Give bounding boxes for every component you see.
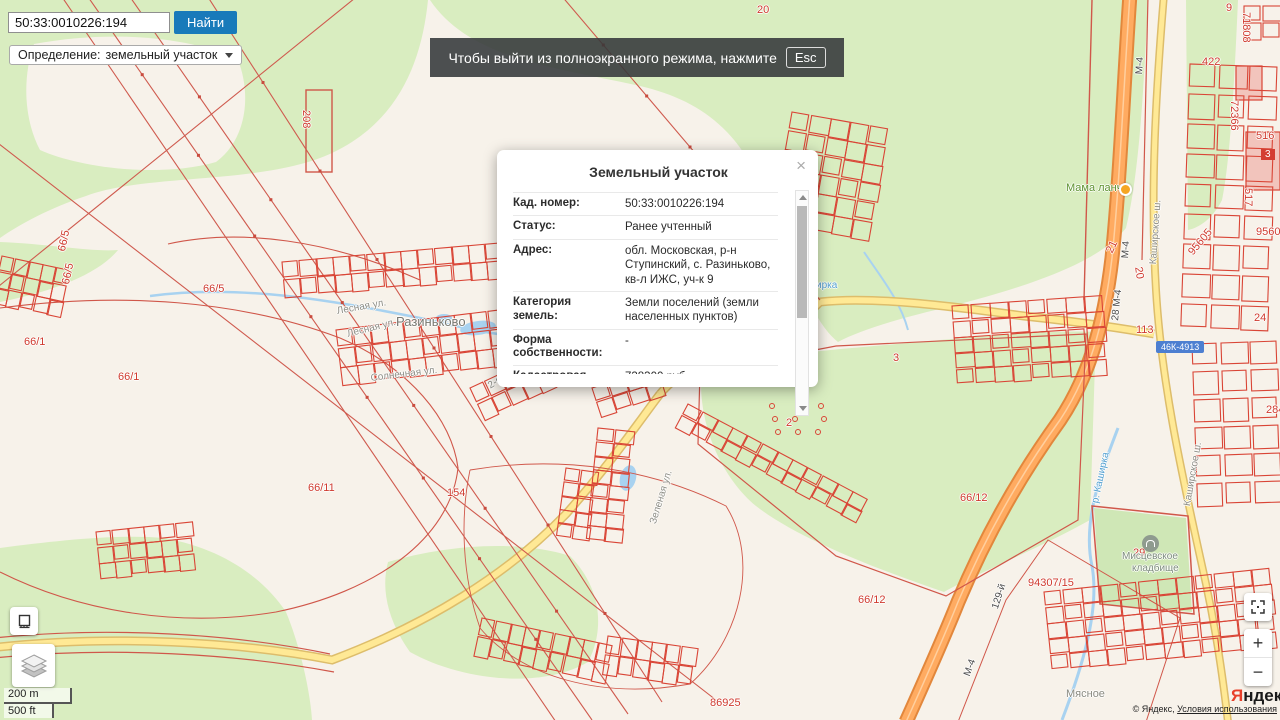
search-button[interactable]: Найти: [174, 11, 238, 34]
info-row: Адрес: обл. Московская, р-н Ступинский, …: [513, 238, 778, 291]
ruler-icon: [18, 614, 30, 628]
fullscreen-button[interactable]: [1244, 593, 1272, 621]
measure-button[interactable]: [10, 607, 38, 635]
fullscreen-exit-banner: Чтобы выйти из полноэкранного режима, на…: [430, 38, 844, 77]
cemetery-poi-icon[interactable]: [1142, 535, 1159, 552]
info-row: Форма собственности: -: [513, 328, 778, 366]
row-value: -: [625, 334, 629, 347]
popup-rows: Кад. номер: 50:33:0010226:194 Статус: Ра…: [513, 192, 778, 374]
scale-metric: 200 m: [4, 688, 72, 704]
popup-title: Земельный участок: [589, 164, 728, 180]
copyright-line: © Яндекс, Условия использования: [1133, 704, 1277, 714]
row-label: Кад. номер:: [513, 197, 580, 209]
row-value: Земли поселений (земли населенных пункто…: [625, 296, 759, 324]
info-row: Категория земель: Земли поселений (земли…: [513, 290, 778, 329]
esc-key-hint: Esc: [785, 47, 826, 68]
zoom-controls: + −: [1244, 629, 1272, 686]
row-label: Категория земель:: [513, 295, 572, 322]
layers-button[interactable]: [12, 644, 55, 687]
zoom-in-button[interactable]: +: [1244, 629, 1272, 658]
row-value: обл. Московская, р-н Ступинский, с. Рази…: [625, 244, 771, 286]
scale-imperial: 500 ft: [4, 704, 54, 718]
info-row: Кад. номер: 50:33:0010226:194: [513, 192, 778, 215]
definition-value: земельный участок: [105, 48, 218, 62]
row-label: Форма собственности:: [513, 333, 603, 360]
yandex-logo-rest: ндекс: [1243, 686, 1280, 705]
scroll-up-icon[interactable]: [799, 195, 807, 200]
row-label: Адрес:: [513, 243, 553, 256]
chevron-down-icon: [225, 52, 234, 58]
layers-icon: [20, 653, 47, 678]
zoom-out-button[interactable]: −: [1244, 658, 1272, 686]
definition-select[interactable]: Определение: земельный участок: [9, 45, 243, 65]
block-number-badge: 3: [1261, 149, 1275, 160]
row-value: 50:33:0010226:194: [625, 198, 725, 210]
scroll-down-icon[interactable]: [799, 406, 807, 411]
copyright-text: © Яндекс,: [1132, 704, 1175, 714]
row-value: Ранее учтенный: [625, 221, 712, 234]
popup-scrollbar[interactable]: [795, 190, 809, 416]
info-row: Статус: Ранее учтенный: [513, 215, 778, 238]
cafe-poi-icon[interactable]: [1119, 183, 1132, 196]
definition-label: Определение:: [18, 48, 101, 62]
map-scale: 200 m 500 ft: [4, 688, 72, 718]
parcel-info-popup: × Земельный участок Кад. номер: 50:33:00…: [497, 150, 818, 416]
search-bar: Найти: [8, 11, 238, 34]
terms-link[interactable]: Условия использования: [1177, 704, 1277, 714]
row-label: Кадастровая стоимость:: [513, 370, 625, 374]
yandex-logo-ya: Я: [1231, 686, 1244, 705]
row-label: Статус:: [513, 220, 556, 233]
close-icon[interactable]: ×: [793, 154, 809, 177]
road-number-badge: 46К-4913: [1156, 341, 1205, 353]
banner-text: Чтобы выйти из полноэкранного режима, на…: [448, 49, 777, 66]
cadastral-search-input[interactable]: [8, 12, 170, 33]
row-value: 738300 руб: [625, 370, 778, 374]
scrollbar-thumb[interactable]: [797, 206, 807, 318]
yandex-logo[interactable]: Яндекс: [1231, 686, 1280, 706]
info-row: Кадастровая стоимость: 738300 руб: [513, 365, 778, 374]
fullscreen-icon: [1251, 600, 1265, 614]
